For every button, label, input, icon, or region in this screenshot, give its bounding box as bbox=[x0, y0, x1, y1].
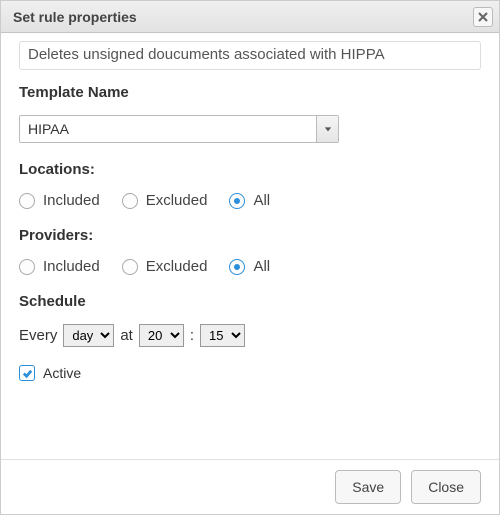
save-button[interactable]: Save bbox=[335, 470, 401, 504]
schedule-at-text: at bbox=[120, 327, 133, 344]
dialog: Set rule properties Deletes unsigned dou… bbox=[0, 0, 500, 515]
template-select-button[interactable] bbox=[316, 116, 338, 142]
providers-radio-excluded[interactable]: Excluded bbox=[122, 258, 208, 275]
schedule-sep: : bbox=[190, 327, 194, 344]
rule-description: Deletes unsigned doucuments associated w… bbox=[19, 41, 481, 70]
locations-radio-excluded[interactable]: Excluded bbox=[122, 192, 208, 209]
radio-icon bbox=[19, 193, 35, 209]
scroll-area[interactable]: Deletes unsigned doucuments associated w… bbox=[1, 33, 499, 459]
providers-label: Providers: bbox=[19, 227, 481, 244]
radio-icon bbox=[229, 259, 245, 275]
chevron-down-icon bbox=[324, 125, 332, 133]
active-row: Active bbox=[19, 365, 481, 381]
active-checkbox[interactable] bbox=[19, 365, 35, 381]
radio-label: Excluded bbox=[146, 192, 208, 209]
radio-label: Included bbox=[43, 258, 100, 275]
radio-icon bbox=[122, 259, 138, 275]
radio-label: All bbox=[253, 258, 270, 275]
schedule-hour-select[interactable]: 20 bbox=[139, 324, 184, 347]
dialog-footer: Save Close bbox=[1, 459, 499, 514]
template-select[interactable]: HIPAA bbox=[19, 115, 339, 143]
providers-radio-included[interactable]: Included bbox=[19, 258, 100, 275]
locations-radio-group: Included Excluded All bbox=[19, 192, 481, 209]
close-button[interactable]: Close bbox=[411, 470, 481, 504]
dialog-title: Set rule properties bbox=[13, 9, 137, 25]
template-name-label: Template Name bbox=[19, 84, 481, 101]
locations-radio-included[interactable]: Included bbox=[19, 192, 100, 209]
close-icon-button[interactable] bbox=[473, 7, 493, 27]
radio-label: Excluded bbox=[146, 258, 208, 275]
close-icon bbox=[478, 12, 488, 22]
titlebar: Set rule properties bbox=[1, 1, 499, 33]
template-select-value: HIPAA bbox=[20, 116, 316, 142]
dialog-body: Deletes unsigned doucuments associated w… bbox=[1, 33, 499, 459]
schedule-row: Every day at 20 : 15 bbox=[19, 324, 481, 347]
schedule-unit-select[interactable]: day bbox=[63, 324, 114, 347]
radio-label: Included bbox=[43, 192, 100, 209]
radio-label: All bbox=[253, 192, 270, 209]
radio-icon bbox=[122, 193, 138, 209]
providers-radio-group: Included Excluded All bbox=[19, 258, 481, 275]
providers-radio-all[interactable]: All bbox=[229, 258, 270, 275]
schedule-every-text: Every bbox=[19, 327, 57, 344]
locations-label: Locations: bbox=[19, 161, 481, 178]
radio-icon bbox=[19, 259, 35, 275]
check-icon bbox=[22, 368, 33, 379]
locations-radio-all[interactable]: All bbox=[229, 192, 270, 209]
schedule-minute-select[interactable]: 15 bbox=[200, 324, 245, 347]
radio-icon bbox=[229, 193, 245, 209]
active-label: Active bbox=[43, 365, 81, 381]
schedule-label: Schedule bbox=[19, 293, 481, 310]
